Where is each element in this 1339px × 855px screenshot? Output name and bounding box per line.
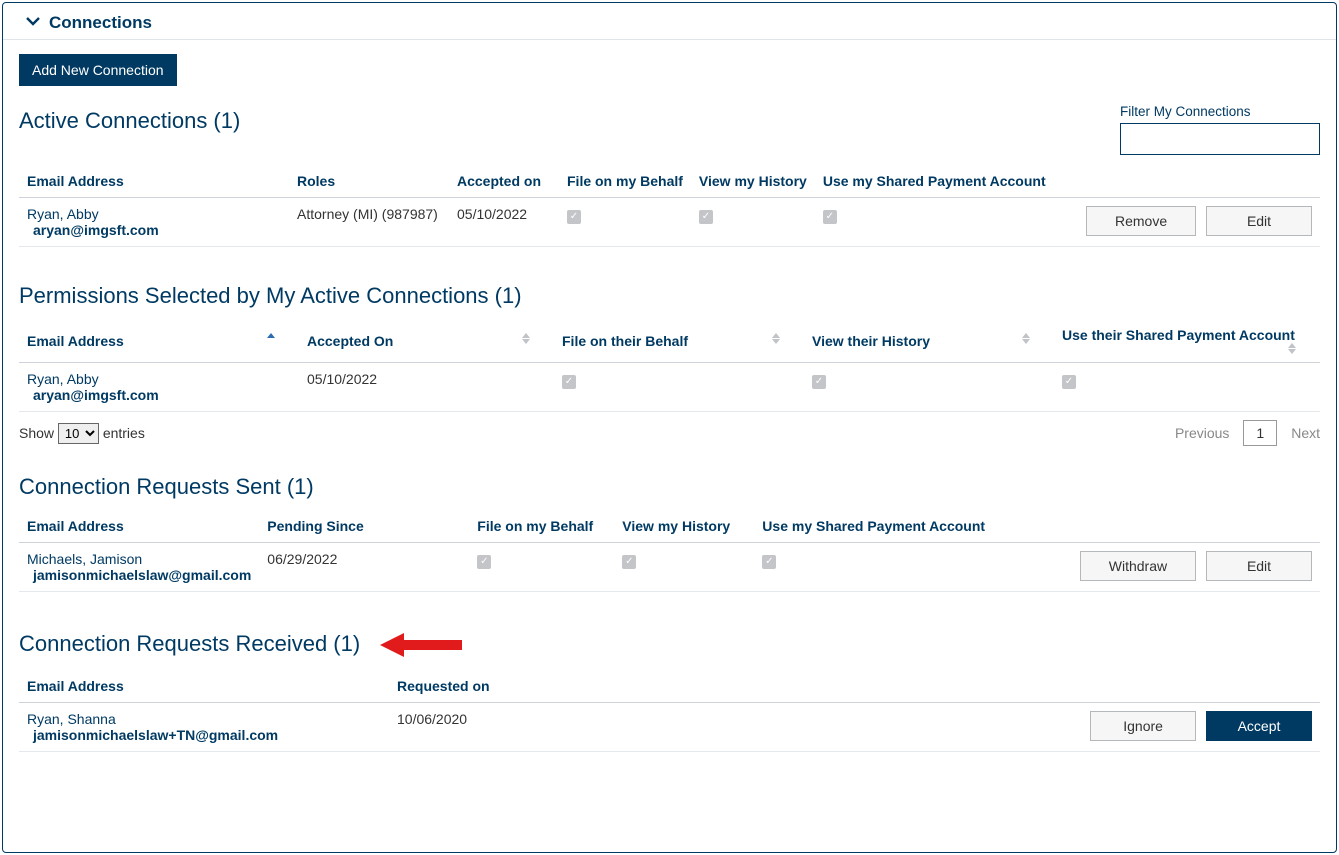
panel-header[interactable]: Connections bbox=[3, 3, 1336, 40]
filter-label: Filter My Connections bbox=[1120, 104, 1320, 119]
table-row: Ryan, Abby aryan@imgsft.com 05/10/2022 ✓… bbox=[19, 363, 1320, 412]
permissions-table: Email Address Accepted On File on their … bbox=[19, 319, 1320, 412]
col-accepted: Accepted on bbox=[449, 165, 559, 198]
pager-length: Show 10 entries bbox=[19, 423, 145, 444]
sort-icon bbox=[1288, 343, 1296, 354]
col-email[interactable]: Email Address bbox=[19, 319, 299, 363]
sort-icon bbox=[772, 333, 780, 344]
permissions-heading: Permissions Selected by My Active Connec… bbox=[19, 283, 1320, 309]
col-requested: Requested on bbox=[389, 670, 1076, 703]
col-history: View my History bbox=[691, 165, 815, 198]
accept-button[interactable]: Accept bbox=[1206, 711, 1312, 741]
cell-file: ✓ bbox=[559, 198, 691, 247]
arrow-left-icon bbox=[380, 630, 460, 660]
checkbox-disabled-icon: ✓ bbox=[622, 555, 636, 569]
cell-pending: 06/29/2022 bbox=[259, 543, 469, 592]
table-row: Ryan, Shanna jamisonmichaelslaw+TN@gmail… bbox=[19, 703, 1320, 752]
table-row: Michaels, Jamison jamisonmichaelslaw@gma… bbox=[19, 543, 1320, 592]
cell-accepted: 05/10/2022 bbox=[449, 198, 559, 247]
requests-received-table: Email Address Requested on Ryan, Shanna … bbox=[19, 670, 1320, 752]
chevron-down-icon bbox=[25, 14, 41, 33]
cell-payment: ✓ bbox=[754, 543, 1065, 592]
page-size-select[interactable]: 10 bbox=[58, 423, 99, 444]
contact-email: jamisonmichaelslaw+TN@gmail.com bbox=[27, 727, 381, 743]
pager-page-current[interactable]: 1 bbox=[1243, 420, 1277, 446]
requests-received-heading: Connection Requests Received (1) bbox=[19, 630, 1320, 660]
cell-history: ✓ bbox=[804, 363, 1054, 412]
panel-title: Connections bbox=[49, 13, 152, 33]
cell-file: ✓ bbox=[469, 543, 614, 592]
col-file: File on my Behalf bbox=[559, 165, 691, 198]
contact-email: jamisonmichaelslaw@gmail.com bbox=[27, 567, 251, 583]
cell-payment: ✓ bbox=[1054, 363, 1320, 412]
col-history[interactable]: View their History bbox=[804, 319, 1054, 363]
requests-sent-table: Email Address Pending Since File on my B… bbox=[19, 510, 1320, 592]
cell-payment: ✓ bbox=[815, 198, 1072, 247]
col-email: Email Address bbox=[19, 510, 259, 543]
withdraw-button[interactable]: Withdraw bbox=[1080, 551, 1196, 581]
checkbox-disabled-icon: ✓ bbox=[699, 210, 713, 224]
cell-roles: Attorney (MI) (987987) bbox=[289, 198, 449, 247]
pager-next[interactable]: Next bbox=[1291, 425, 1320, 441]
ignore-button[interactable]: Ignore bbox=[1090, 711, 1196, 741]
cell-email: Ryan, Abby aryan@imgsft.com bbox=[19, 198, 289, 247]
cell-file: ✓ bbox=[554, 363, 804, 412]
col-file: File on my Behalf bbox=[469, 510, 614, 543]
col-email: Email Address bbox=[19, 165, 289, 198]
contact-name: Michaels, Jamison bbox=[27, 551, 251, 567]
pager: Show 10 entries Previous 1 Next bbox=[19, 420, 1320, 446]
pager-previous[interactable]: Previous bbox=[1175, 425, 1229, 441]
edit-button[interactable]: Edit bbox=[1206, 206, 1312, 236]
cell-history: ✓ bbox=[614, 543, 754, 592]
cell-history: ✓ bbox=[691, 198, 815, 247]
filter-my-connections: Filter My Connections bbox=[1120, 104, 1320, 155]
checkbox-disabled-icon: ✓ bbox=[812, 375, 826, 389]
cell-email: Ryan, Shanna jamisonmichaelslaw+TN@gmail… bbox=[19, 703, 389, 752]
sort-icon bbox=[522, 333, 530, 344]
checkbox-disabled-icon: ✓ bbox=[477, 555, 491, 569]
col-payment: Use my Shared Payment Account bbox=[815, 165, 1072, 198]
cell-email: Ryan, Abby aryan@imgsft.com bbox=[19, 363, 299, 412]
cell-requested: 10/06/2020 bbox=[389, 703, 1076, 752]
contact-name: Ryan, Abby bbox=[27, 206, 281, 222]
checkbox-disabled-icon: ✓ bbox=[567, 210, 581, 224]
cell-actions: Ignore Accept bbox=[1076, 703, 1320, 752]
requests-sent-heading: Connection Requests Sent (1) bbox=[19, 474, 1320, 500]
contact-name: Ryan, Abby bbox=[27, 371, 291, 387]
contact-email: aryan@imgsft.com bbox=[27, 387, 291, 403]
checkbox-disabled-icon: ✓ bbox=[823, 210, 837, 224]
cell-actions: Withdraw Edit bbox=[1066, 543, 1320, 592]
sort-asc-icon bbox=[267, 333, 275, 339]
table-row: Ryan, Abby aryan@imgsft.com Attorney (MI… bbox=[19, 198, 1320, 247]
col-roles: Roles bbox=[289, 165, 449, 198]
sort-icon bbox=[1022, 333, 1030, 344]
col-file[interactable]: File on their Behalf bbox=[554, 319, 804, 363]
col-payment[interactable]: Use their Shared Payment Account bbox=[1054, 319, 1320, 363]
edit-button[interactable]: Edit bbox=[1206, 551, 1312, 581]
contact-email: aryan@imgsft.com bbox=[27, 222, 281, 238]
checkbox-disabled-icon: ✓ bbox=[762, 555, 776, 569]
cell-email: Michaels, Jamison jamisonmichaelslaw@gma… bbox=[19, 543, 259, 592]
col-payment: Use my Shared Payment Account bbox=[754, 510, 1065, 543]
checkbox-disabled-icon: ✓ bbox=[1062, 375, 1076, 389]
remove-button[interactable]: Remove bbox=[1086, 206, 1196, 236]
filter-input[interactable] bbox=[1120, 123, 1320, 155]
connections-panel: Connections Add New Connection Filter My… bbox=[2, 2, 1337, 853]
add-new-connection-button[interactable]: Add New Connection bbox=[19, 54, 177, 86]
cell-accepted: 05/10/2022 bbox=[299, 363, 554, 412]
col-accepted[interactable]: Accepted On bbox=[299, 319, 554, 363]
active-connections-table: Email Address Roles Accepted on File on … bbox=[19, 165, 1320, 247]
checkbox-disabled-icon: ✓ bbox=[562, 375, 576, 389]
cell-actions: Remove Edit bbox=[1072, 198, 1320, 247]
col-history: View my History bbox=[614, 510, 754, 543]
contact-name: Ryan, Shanna bbox=[27, 711, 381, 727]
col-email: Email Address bbox=[19, 670, 389, 703]
col-pending: Pending Since bbox=[259, 510, 469, 543]
